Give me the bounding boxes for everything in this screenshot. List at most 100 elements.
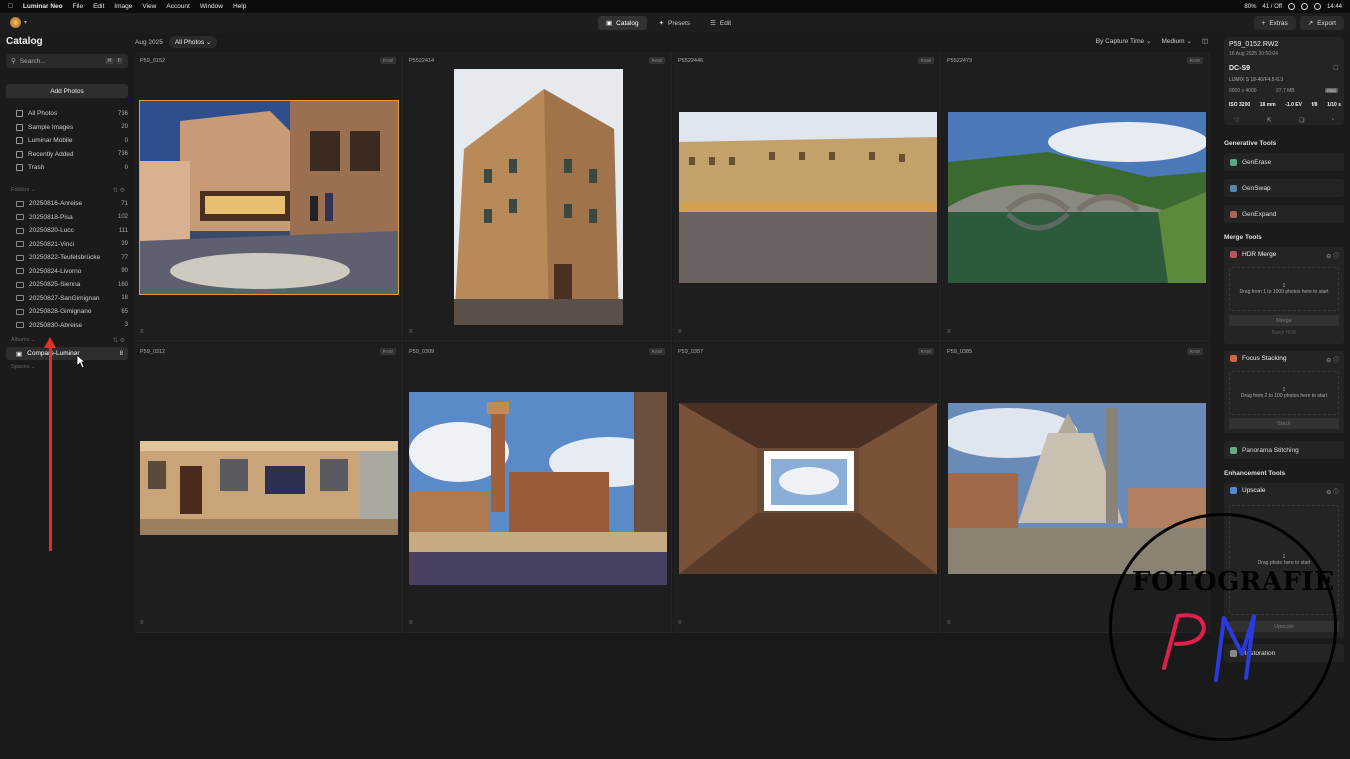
network-status[interactable]: 41 / Off bbox=[1262, 4, 1282, 10]
sort-dropdown[interactable]: By Capture Time ⌄ bbox=[1096, 37, 1152, 45]
folder-list: 20250816-Anreise 71 20250818-Pisa 102 2025… bbox=[6, 197, 128, 332]
adjustments-icon[interactable]: ≡ bbox=[409, 620, 413, 626]
info-lens: LUMIX S 18-40/F4.5-6.3 bbox=[1229, 77, 1284, 83]
menu-file[interactable]: File bbox=[73, 3, 83, 10]
add-photos-button[interactable]: Add Photos bbox=[6, 84, 128, 98]
focus-options-icon[interactable]: ⊖ ⓘ bbox=[1326, 355, 1339, 364]
photo-grid: P59_0152 RAW ≡ P5522414 RAW ≡ P5522446 R… bbox=[135, 52, 1211, 634]
upscale-options-icon[interactable]: ⊖ ⓘ bbox=[1326, 487, 1339, 496]
photo-thumbnail[interactable] bbox=[140, 441, 398, 535]
sidebar-item-folder[interactable]: 20250822-Teufelsbrücke 77 bbox=[6, 251, 128, 265]
export-button[interactable]: ↗ Export bbox=[1299, 16, 1344, 30]
sidebar-item-sample-images[interactable]: Sample Images 20 bbox=[6, 121, 128, 135]
photo-cell[interactable]: P5522446 RAW ≡ bbox=[673, 52, 941, 342]
photo-thumbnail[interactable] bbox=[409, 392, 667, 585]
upscale-header[interactable]: Upscale bbox=[1230, 487, 1265, 494]
sidebar-item-album-compare-luminar[interactable]: ▣ Compare-Luminar 8 bbox=[6, 347, 128, 360]
sidebar-item-folder[interactable]: 20250824-Livorno 90 bbox=[6, 265, 128, 279]
expand-icon[interactable]: □ bbox=[1334, 65, 1338, 72]
generase-button[interactable]: GenErase bbox=[1224, 153, 1344, 171]
sidebar-item-folder[interactable]: 20250818-Pisa 102 bbox=[6, 211, 128, 225]
sidebar-item-folder[interactable]: 20250821-Vinci 39 bbox=[6, 238, 128, 252]
date-label[interactable]: Aug 2025 bbox=[135, 39, 163, 46]
photo-thumbnail[interactable] bbox=[454, 69, 623, 325]
tab-presets[interactable]: ✦ Presets bbox=[651, 16, 699, 30]
export-icon: ↗ bbox=[1307, 20, 1314, 27]
photo-cell[interactable]: P59_0309 RAW ≡ bbox=[404, 343, 672, 633]
photo-cell[interactable]: P59_0312 RAW ≡ bbox=[135, 343, 403, 633]
battery-status[interactable]: 80% bbox=[1244, 4, 1256, 10]
menu-image[interactable]: Image bbox=[114, 3, 132, 10]
genexpand-button[interactable]: GenExpand bbox=[1224, 205, 1344, 223]
photo-thumbnail[interactable] bbox=[679, 112, 937, 283]
spaces-section-label[interactable]: Spaces ⌄ bbox=[11, 364, 36, 370]
tab-catalog[interactable]: ▣ Catalog bbox=[598, 16, 647, 30]
adjustments-icon[interactable]: ≡ bbox=[947, 620, 951, 626]
sidebar-item-all-photos[interactable]: All Photos 736 bbox=[6, 107, 128, 121]
sidebar-item-recently-added[interactable]: Recently Added 736 bbox=[6, 148, 128, 162]
share-icon[interactable]: ⇱ bbox=[1267, 117, 1272, 124]
photo-thumbnail[interactable] bbox=[679, 403, 937, 574]
adjustments-icon[interactable]: ≡ bbox=[678, 329, 682, 335]
wifi-icon[interactable] bbox=[1300, 3, 1308, 10]
focus-stacking-header[interactable]: Focus Stacking bbox=[1230, 355, 1286, 362]
adjustments-icon[interactable]: ≡ bbox=[140, 620, 144, 626]
folders-actions[interactable]: ⇅ ⚙ bbox=[113, 187, 125, 194]
merge-button[interactable]: Merge bbox=[1229, 315, 1339, 326]
heart-icon[interactable]: ♡ bbox=[1234, 117, 1239, 124]
hdr-options-icon[interactable]: ⊖ ⓘ bbox=[1326, 251, 1339, 260]
albums-actions[interactable]: ⇅ ⚙ bbox=[113, 337, 125, 344]
sidebar-item-luminar-mobile[interactable]: Luminar Mobile 0 bbox=[6, 134, 128, 148]
luminar-logo-icon[interactable] bbox=[10, 17, 21, 28]
folders-section-label[interactable]: Folders ⌄ bbox=[11, 187, 35, 193]
hdr-drop-zone[interactable]: ↧ Drag from 1 to 1000 photos here to star… bbox=[1229, 267, 1339, 311]
menu-view[interactable]: View bbox=[142, 3, 156, 10]
photo-cell[interactable]: P5522473 RAW ≡ bbox=[942, 52, 1210, 342]
filter-dropdown[interactable]: All Photos ⌄ bbox=[168, 36, 218, 48]
panel-toggle-icon[interactable]: ◫ bbox=[1202, 37, 1208, 45]
extras-button[interactable]: + Extras bbox=[1253, 16, 1296, 30]
sidebar-title: Catalog bbox=[6, 36, 43, 47]
control-center-icon[interactable] bbox=[1313, 3, 1321, 10]
delete-icon[interactable]: ▫ bbox=[1332, 117, 1334, 124]
search-input[interactable]: ⚲ Search... ⌘ F bbox=[6, 54, 128, 68]
adjustments-icon[interactable]: ≡ bbox=[947, 329, 951, 335]
hdr-merge-header[interactable]: HDR Merge bbox=[1230, 251, 1276, 258]
shortcut-hint: ⌘ F bbox=[104, 58, 123, 64]
chevron-down-icon[interactable]: ▾ bbox=[24, 19, 27, 26]
menu-help[interactable]: Help bbox=[233, 3, 246, 10]
sidebar-item-folder[interactable]: 20250820-Lucc 111 bbox=[6, 224, 128, 238]
photo-thumbnail[interactable] bbox=[139, 100, 399, 295]
sidebar-item-folder[interactable]: 20250830-Abreise 3 bbox=[6, 319, 128, 333]
status-icon[interactable] bbox=[1287, 3, 1295, 10]
focus-drop-zone[interactable]: ↧ Drag from 2 to 100 photos here to start bbox=[1229, 371, 1339, 415]
copy-icon[interactable]: ❏ bbox=[1299, 117, 1304, 124]
batch-hdr-link[interactable]: Batch HDR bbox=[1224, 330, 1344, 336]
sidebar-item-folder[interactable]: 20250816-Anreise 71 bbox=[6, 197, 128, 211]
adjustments-icon[interactable]: ≡ bbox=[409, 329, 413, 335]
menu-window[interactable]: Window bbox=[200, 3, 223, 10]
photo-cell[interactable]: P59_0357 RAW ≡ bbox=[673, 343, 941, 633]
panorama-stitching-button[interactable]: Panorama Stitching bbox=[1224, 441, 1344, 459]
photo-thumbnail[interactable] bbox=[948, 112, 1206, 283]
sidebar-item-folder[interactable]: 20250825-Sienna 160 bbox=[6, 278, 128, 292]
album-icon: ▣ bbox=[16, 350, 23, 358]
thumbnail-size-dropdown[interactable]: Medium ⌄ bbox=[1161, 37, 1191, 45]
apple-icon[interactable]:  bbox=[8, 3, 13, 10]
adjustments-icon[interactable]: ≡ bbox=[140, 329, 144, 335]
genswap-button[interactable]: GenSwap bbox=[1224, 179, 1344, 197]
sidebar-item-folder[interactable]: 20250827-SanGimignan 18 bbox=[6, 292, 128, 306]
sidebar-item-folder[interactable]: 20250828-Gimignano 65 bbox=[6, 305, 128, 319]
photo-cell[interactable]: P59_0152 RAW ≡ bbox=[135, 52, 403, 342]
albums-section-label[interactable]: Albums ⌄ bbox=[11, 337, 35, 343]
sidebar-item-trash[interactable]: Trash 0 bbox=[6, 161, 128, 175]
menu-edit[interactable]: Edit bbox=[93, 3, 104, 10]
menu-account[interactable]: Account bbox=[166, 3, 190, 10]
stack-button[interactable]: Stack bbox=[1229, 418, 1339, 429]
menu-app-name[interactable]: Luminar Neo bbox=[23, 3, 63, 10]
adjustments-icon[interactable]: ≡ bbox=[678, 620, 682, 626]
tab-edit[interactable]: ☰ Edit bbox=[702, 16, 739, 30]
photo-cell[interactable]: P5522414 RAW ≡ bbox=[404, 52, 672, 342]
clock[interactable]: 14:44 bbox=[1327, 4, 1342, 10]
red-arrow-icon bbox=[49, 345, 52, 551]
